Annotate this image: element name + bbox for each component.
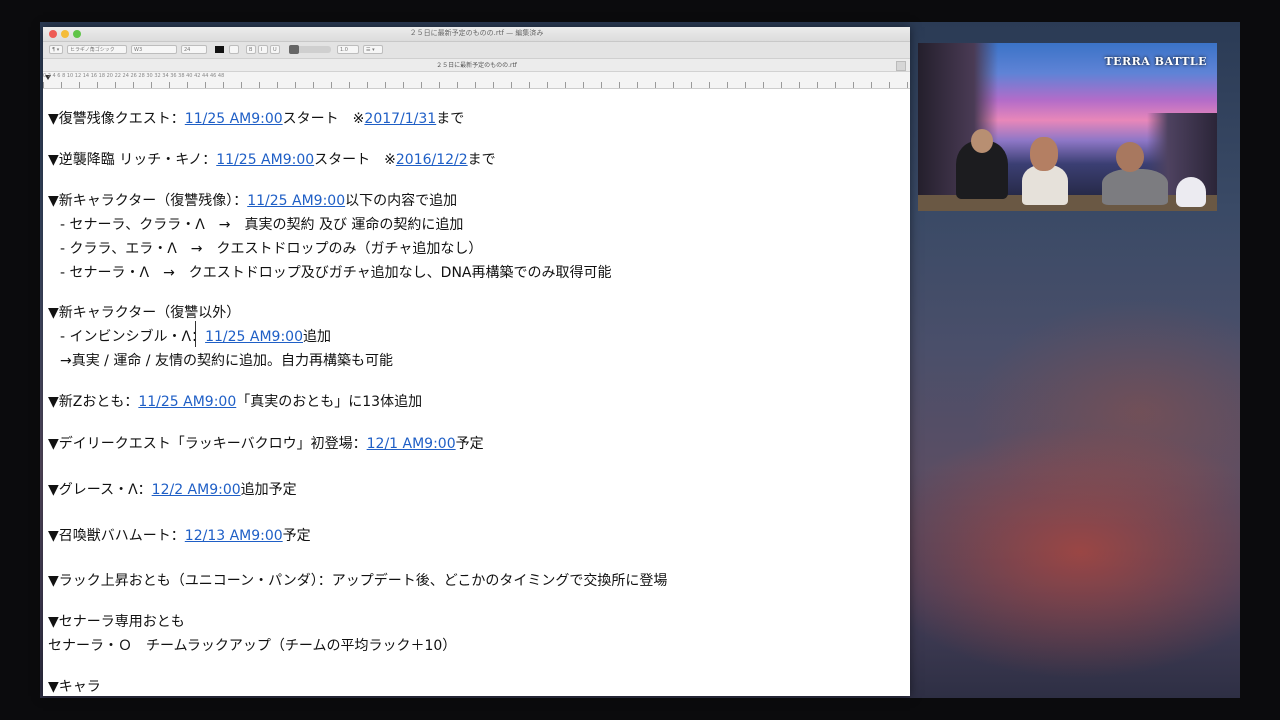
- presenter-right-head: [1116, 142, 1144, 172]
- text-ruler[interactable]: 0 2 4 6 8 10 12 14 16 18 20 22 24 26 28 …: [43, 72, 910, 89]
- doc-line: ▼新キャラクター（復讐以外）: [48, 305, 241, 321]
- font-family-select[interactable]: ヒラギノ角ゴシック: [67, 45, 127, 54]
- date-link[interactable]: 11/25 AM9:00: [216, 152, 314, 168]
- doc-line: ▼セナーラ専用おとも: [48, 614, 185, 630]
- presenter-center: [1022, 165, 1068, 205]
- doc-line: セナーラ・Ｏ チームラックアップ（チームの平均ラック＋10）: [48, 638, 457, 654]
- document-body[interactable]: ▼復讐残像クエスト：11/25 AM9:00スタート ※2017/1/31まで …: [43, 89, 910, 696]
- doc-line: ▼キャラ: [48, 679, 101, 695]
- doc-line: ▼新キャラクター（復讐残像）：11/25 AM9:00以下の内容で追加: [48, 193, 458, 209]
- text-cursor: [195, 321, 196, 347]
- line-spacing-select[interactable]: 1.0: [337, 45, 359, 54]
- document-filename: ２５日に最新予定のものの.rtf: [436, 62, 517, 69]
- doc-line: ▼召喚獣バハムート：12/13 AM9:00予定: [48, 528, 311, 544]
- ruler-numbers: 0 2 4 6 8 10 12 14 16 18 20 22 24 26 28 …: [43, 73, 225, 79]
- paragraph-style-select[interactable]: ¶ ▾: [49, 45, 63, 54]
- window-titlebar: ２５日に最新予定のものの.rtf — 編集済み: [43, 27, 910, 42]
- doc-line: - セナーラ、クララ・Λ → 真実の契約 及び 運命の契約に追加: [60, 217, 464, 233]
- doc-line: ▼復讐残像クエスト：11/25 AM9:00スタート ※2017/1/31まで: [48, 111, 465, 127]
- window-title: ２５日に最新予定のものの.rtf — 編集済み: [409, 29, 544, 37]
- text-color-swatch[interactable]: [215, 46, 224, 53]
- date-link[interactable]: 11/25 AM9:00: [138, 394, 236, 410]
- brand-logo: TERRA BATTLE: [1104, 55, 1207, 68]
- date-link[interactable]: 2016/12/2: [396, 152, 468, 168]
- date-link[interactable]: 12/13 AM9:00: [185, 528, 283, 544]
- format-toolbar: ¶ ▾ ヒラギノ角ゴシック W3 24 B I U 1.0 ☰ ▾: [43, 42, 910, 59]
- doc-line: ▼デイリークエスト「ラッキーバクロウ」初登場：12/1 AM9:00予定: [48, 436, 484, 452]
- date-link[interactable]: 2017/1/31: [364, 111, 436, 127]
- bold-button[interactable]: B: [246, 45, 256, 54]
- font-weight-select[interactable]: W3: [131, 45, 177, 54]
- presenter-center-head: [1030, 137, 1058, 171]
- underline-button[interactable]: U: [270, 45, 280, 54]
- highlight-color-button[interactable]: [229, 45, 239, 54]
- date-link[interactable]: 11/25 AM9:00: [185, 111, 283, 127]
- doc-line: - クララ、エラ・Λ → クエストドロップのみ（ガチャ追加なし）: [60, 241, 483, 257]
- sidebar-toggle-button[interactable]: [896, 61, 906, 71]
- doc-line: ▼ラック上昇おとも（ユニコーン・パンダ）：アップデート後、どこかのタイミングで交…: [48, 573, 668, 589]
- date-link[interactable]: 12/1 AM9:00: [367, 436, 456, 452]
- list-style-select[interactable]: ☰ ▾: [363, 45, 383, 54]
- document-info-bar: ２５日に最新予定のものの.rtf: [43, 59, 910, 72]
- date-link[interactable]: 11/25 AM9:00: [247, 193, 345, 209]
- presenter-left-head: [971, 129, 993, 153]
- doc-line: ▼逆襲降臨 リッチ・キノ：11/25 AM9:00スタート ※2016/12/2…: [48, 152, 496, 168]
- webcam-overlay: TERRA BATTLE: [918, 43, 1217, 211]
- doc-line: ▼グレース・Λ：12/2 AM9:00追加予定: [48, 482, 297, 498]
- presenter-right: [1102, 169, 1168, 205]
- plush-toy: [1176, 177, 1206, 207]
- font-size-select[interactable]: 24: [181, 45, 207, 54]
- doc-line: ▼新Zおとも：11/25 AM9:00「真実のおとも」に13体追加: [48, 394, 423, 410]
- date-link[interactable]: 12/2 AM9:00: [152, 482, 241, 498]
- italic-button[interactable]: I: [258, 45, 268, 54]
- alignment-control[interactable]: [289, 45, 331, 54]
- date-link[interactable]: 11/25 AM9:00: [205, 329, 303, 345]
- textedit-window: ２５日に最新予定のものの.rtf — 編集済み ¶ ▾ ヒラギノ角ゴシック W3…: [43, 27, 910, 696]
- doc-line: →真実 / 運命 / 友情の契約に追加。自力再構築も可能: [60, 353, 393, 369]
- doc-line: - セナーラ・Λ → クエストドロップ及びガチャ追加なし、DNA再構築でのみ取得…: [60, 265, 612, 281]
